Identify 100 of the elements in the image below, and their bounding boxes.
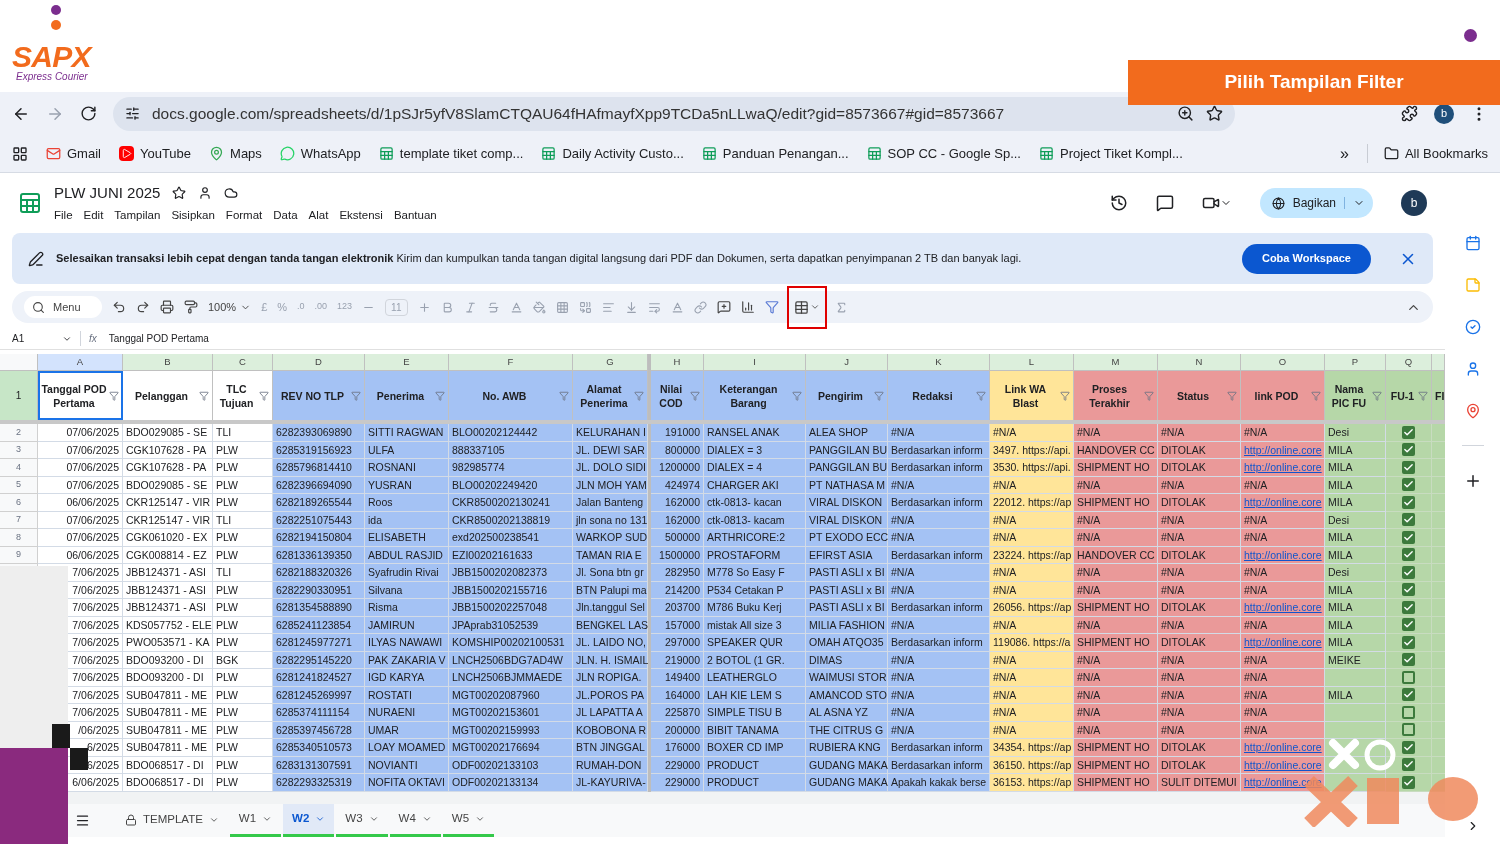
header-label: Keterangan Barang [718, 381, 779, 410]
column-header[interactable]: K [888, 354, 990, 371]
menu-item[interactable]: Ekstensi [339, 206, 383, 224]
sheet-tab[interactable]: W5 [442, 803, 495, 837]
table-cell: SHIPMENT HO [1074, 774, 1158, 792]
menu-item[interactable]: File [54, 206, 73, 224]
table-cell: MILA [1325, 599, 1386, 617]
account-avatar[interactable]: b [1401, 190, 1427, 216]
profile-avatar[interactable]: b [1434, 103, 1454, 124]
column-header[interactable]: L [990, 354, 1074, 371]
column-header[interactable]: C [213, 354, 273, 371]
menu-item[interactable]: Sisipkan [171, 206, 215, 224]
menu-item[interactable]: Format [225, 206, 263, 224]
more-bookmarks-button[interactable]: » [1340, 141, 1349, 166]
menu-search[interactable]: Menu [24, 296, 102, 318]
row-number[interactable]: 4 [0, 459, 38, 477]
menu-item[interactable]: Edit [83, 206, 104, 224]
column-header[interactable]: G [573, 354, 648, 371]
table-cell: AL ASNA YZ [806, 704, 888, 722]
row-number[interactable]: 2 [0, 424, 38, 442]
bookmark[interactable]: Panduan Penangan... [701, 143, 849, 164]
column-header[interactable]: D [273, 354, 365, 371]
column-header[interactable]: H [651, 354, 704, 371]
menu-item[interactable]: Bantuan [393, 206, 437, 224]
column-header[interactable]: I [704, 354, 806, 371]
table-cell: ARTHRICORE:2 [704, 529, 806, 547]
table-cell: #N/A [1074, 424, 1158, 442]
column-header[interactable]: E [365, 354, 449, 371]
table-cell: SHIPMENT HO [1074, 634, 1158, 652]
bookmark-label: SOP CC - Google Sp... [887, 144, 1021, 163]
column-header[interactable]: Q [1386, 354, 1432, 371]
bookmark[interactable]: SOP CC - Google Sp... [866, 143, 1021, 164]
name-box[interactable]: A1 [0, 331, 80, 346]
sheet-tab[interactable]: W2 [283, 803, 335, 837]
row-number[interactable]: 6 [0, 494, 38, 512]
table-cell: PASTI ASLI x BI [806, 599, 888, 617]
table-cell: JBB1500202257048 [449, 599, 573, 617]
column-header[interactable]: M [1074, 354, 1158, 371]
header-label: FU-1 [1389, 388, 1416, 403]
row-number[interactable]: 1 [0, 371, 38, 420]
menu-item[interactable]: Alat [308, 206, 329, 224]
column-header[interactable]: A [38, 354, 123, 371]
address-bar[interactable]: docs.google.com/spreadsheets/d/1pSJr5yfV8SlamCTQAU64fHAfmayfXpp9TCDa5nLLwaQ/edit?gid=8573667#gid=8573667 [113, 96, 1235, 131]
header-label: Pelanggan [133, 388, 190, 403]
table-cell: TLI [213, 424, 273, 442]
table-cell: Roos [365, 494, 449, 512]
column-header[interactable]: P [1325, 354, 1386, 371]
header-label: TLC Tujuan [218, 381, 255, 410]
table-cell: JL. DOLO SIDI [573, 459, 648, 477]
document-title[interactable]: PLW JUNI 2025 [54, 182, 161, 205]
header-label: Pengirim [817, 388, 864, 403]
table-cell: CGK061020 - EX [123, 529, 213, 547]
column-header[interactable]: F [449, 354, 573, 371]
menu-item[interactable]: Data [273, 206, 298, 224]
sheet-tab[interactable]: TEMPLATE [116, 803, 228, 837]
column-header[interactable]: B [123, 354, 213, 371]
bookmark[interactable]: Gmail [46, 143, 101, 164]
bookmark[interactable]: Project Tiket Kompl... [1039, 143, 1183, 164]
sheet-tab[interactable]: W4 [389, 803, 441, 837]
table-cell: #N/A [1158, 424, 1241, 442]
table-cell: CKR8500202130241 [449, 494, 573, 512]
table-cell: 3530. https://api. [990, 459, 1074, 477]
menu-item[interactable]: Tampilan [114, 206, 161, 224]
bookmark[interactable]: template tiket comp... [378, 143, 524, 164]
table-cell: MGT00202153601 [449, 704, 573, 722]
bookmark[interactable]: YouTube [118, 143, 192, 164]
table-cell: SHIPMENT HO [1074, 599, 1158, 617]
table-cell: JL-KAYURIVA- [573, 774, 648, 792]
table-cell: 176000 [651, 739, 704, 757]
sheet-tab[interactable]: W3 [336, 803, 388, 837]
header-label: REV NO TLP [280, 388, 345, 403]
zoom-select[interactable]: 100% [208, 298, 252, 316]
share-button[interactable]: Bagikan [1259, 188, 1373, 218]
column-header[interactable]: J [806, 354, 888, 371]
bookmark[interactable]: WhatsApp [279, 143, 361, 164]
table-cell: 07/06/2025 [38, 459, 123, 477]
bookmark-label: Daily Activity Custo... [562, 144, 684, 163]
try-workspace-button[interactable]: Coba Workspace [1241, 243, 1371, 274]
table-cell: 191000 [651, 424, 704, 442]
table-cell: KELURAHAN I [573, 424, 648, 442]
table-cell: PWO053571 - KA [123, 634, 213, 652]
bookmark[interactable]: Maps [209, 143, 262, 164]
column-header[interactable]: O [1241, 354, 1325, 371]
column-header[interactable]: N [1158, 354, 1241, 371]
all-bookmarks[interactable]: All Bookmarks [1366, 143, 1488, 164]
table-cell: IGD KARYA [365, 669, 449, 687]
callout-banner: Pilih Tampilan Filter [1128, 60, 1500, 105]
table-cell: 6285374111154 [273, 704, 365, 722]
table-cell: TLI [213, 564, 273, 582]
formula-field[interactable]: Tanggal POD Pertama [108, 331, 209, 346]
table-cell: Berdasarkan inform [888, 599, 990, 617]
table-cell: Apakah kakak berse [888, 774, 990, 792]
bookmark[interactable]: Daily Activity Custo... [541, 143, 684, 164]
table-cell: DIALEX = 4 [704, 459, 806, 477]
table-cell: NOFITA OKTAVI [365, 774, 449, 792]
table-cell: http://online.core [1241, 739, 1325, 757]
row-number[interactable]: 8 [0, 529, 38, 547]
bookmark-label: Maps [230, 144, 262, 163]
table-cell: 6282293325319 [273, 774, 365, 792]
header-label: Tanggal POD Pertama [41, 381, 107, 410]
